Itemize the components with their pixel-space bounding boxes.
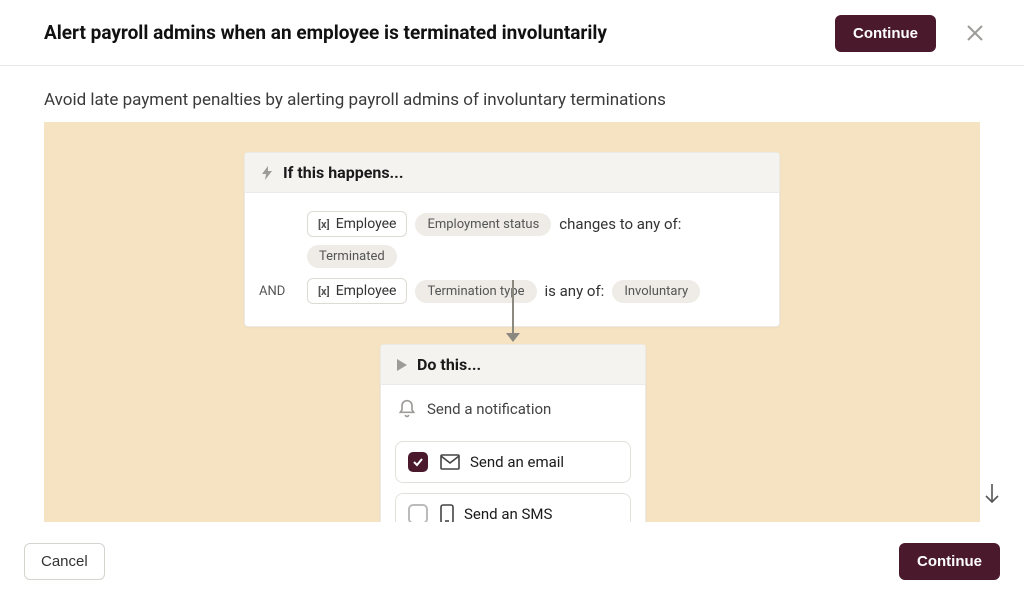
- value-chip[interactable]: Terminated: [307, 245, 397, 268]
- field-chip[interactable]: Employment status: [415, 213, 551, 236]
- operator-text: changes to any of:: [559, 215, 681, 233]
- value-chip[interactable]: Involuntary: [612, 280, 700, 303]
- channel-row-sms[interactable]: Send an SMS: [395, 493, 631, 522]
- cancel-button[interactable]: Cancel: [24, 543, 105, 580]
- close-icon: [966, 24, 984, 42]
- condition-row: AND [x] Employee Termination type is any…: [307, 278, 765, 304]
- trigger-card-header: If this happens...: [245, 153, 779, 193]
- notification-label: Send a notification: [427, 400, 551, 418]
- close-button[interactable]: [964, 22, 986, 44]
- channel-label: Send an SMS: [464, 505, 552, 522]
- arrow-down-icon: [982, 482, 1002, 506]
- variable-label: Employee: [336, 283, 397, 299]
- variable-icon: [x]: [318, 218, 330, 231]
- variable-label: Employee: [336, 216, 397, 232]
- channel-label: Send an email: [470, 453, 564, 471]
- phone-icon: [440, 504, 454, 522]
- field-chip[interactable]: Termination type: [415, 280, 536, 303]
- page-footer: Cancel Continue: [0, 531, 1024, 591]
- workflow-canvas: If this happens... [x] Employee Employme…: [44, 122, 980, 522]
- page-subtitle: Avoid late payment penalties by alerting…: [0, 66, 1024, 122]
- header-continue-button[interactable]: Continue: [835, 15, 936, 52]
- page-title: Alert payroll admins when an employee is…: [44, 21, 607, 44]
- action-card[interactable]: Do this... Send a notification Send an e…: [380, 344, 646, 522]
- page-header: Alert payroll admins when an employee is…: [0, 0, 1024, 66]
- boolean-and-label: AND: [259, 284, 285, 299]
- play-icon: [395, 358, 409, 372]
- mail-icon: [440, 454, 460, 470]
- action-card-header: Do this...: [381, 345, 645, 385]
- action-header-text: Do this...: [417, 355, 481, 374]
- connector-line: [512, 280, 514, 338]
- notification-row: Send a notification: [395, 395, 631, 431]
- checkbox-unchecked[interactable]: [408, 504, 428, 522]
- footer-continue-button[interactable]: Continue: [899, 543, 1000, 580]
- condition-row: [x] Employee Employment status changes t…: [307, 211, 765, 268]
- trigger-header-text: If this happens...: [283, 163, 403, 182]
- checkmark-icon: [412, 456, 424, 468]
- channel-row-email[interactable]: Send an email: [395, 441, 631, 483]
- checkbox-checked[interactable]: [408, 452, 428, 472]
- variable-chip[interactable]: [x] Employee: [307, 278, 407, 304]
- variable-chip[interactable]: [x] Employee: [307, 211, 407, 237]
- variable-icon: [x]: [318, 285, 330, 298]
- lightning-icon: [259, 165, 275, 181]
- connector-arrowhead-icon: [506, 333, 520, 342]
- bell-icon: [397, 399, 417, 419]
- operator-text: is any of:: [545, 282, 605, 300]
- scroll-down-button[interactable]: [980, 480, 1004, 508]
